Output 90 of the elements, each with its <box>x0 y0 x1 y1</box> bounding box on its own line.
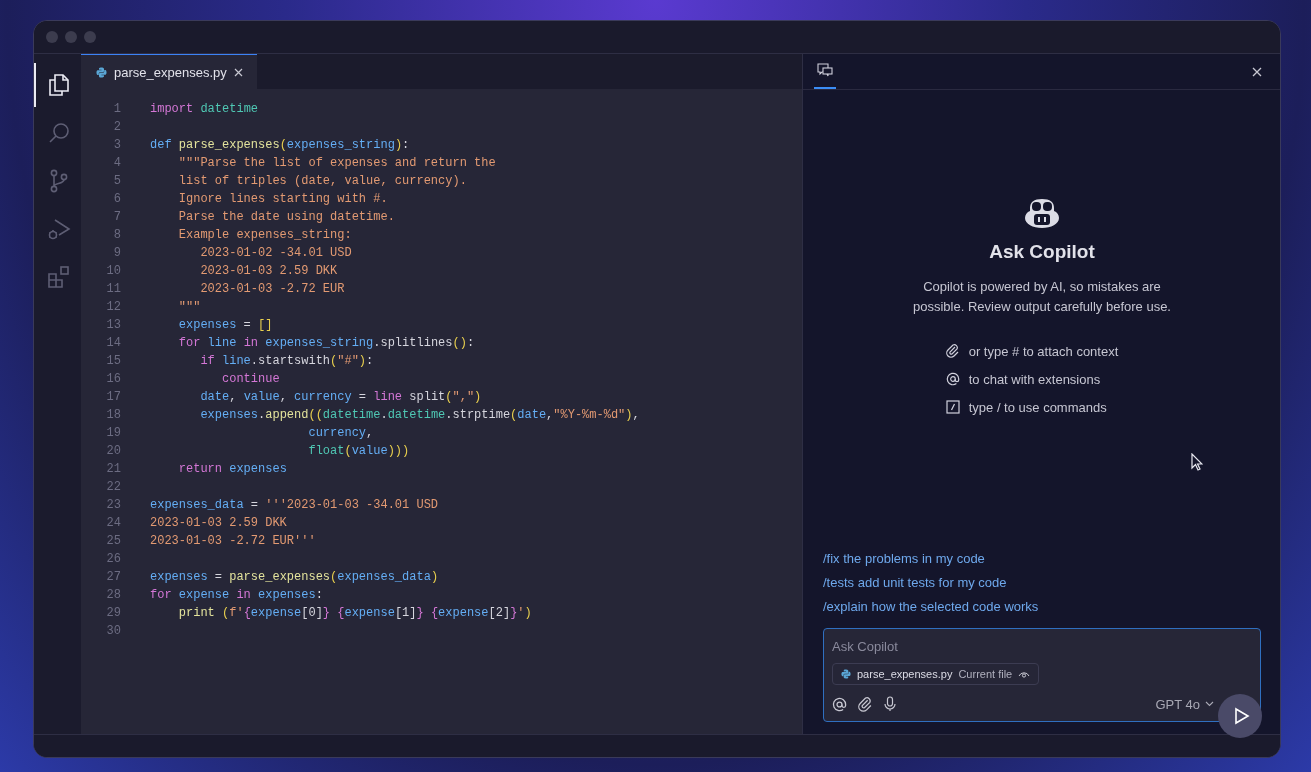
code-line: import datetime <box>150 102 259 116</box>
suggestion-link[interactable]: /fix the problems in my code <box>823 550 1261 568</box>
chat-icon[interactable] <box>817 63 833 78</box>
close-icon[interactable] <box>233 67 243 77</box>
microphone-icon[interactable] <box>884 696 896 712</box>
hint-text: or type # to attach context <box>968 343 1119 359</box>
disclaimer-text: Copilot is powered by AI, so mistakes are possible. Review output carefully before use. <box>912 278 1172 316</box>
suggestion-link[interactable]: /explain how the selected code works <box>823 598 1261 616</box>
code-line: Example expenses_string: <box>177 228 352 242</box>
send-icon <box>1233 707 1250 725</box>
code-line: 2023-01-03 2.59 DKK <box>150 516 287 530</box>
code-line: currency, <box>307 426 374 440</box>
line-number: 25 <box>105 534 121 548</box>
line-number: 13 <box>105 318 121 332</box>
line-number: 17 <box>105 390 121 404</box>
python-icon <box>841 669 851 679</box>
code-line: Parse the date using datetime. <box>177 210 395 224</box>
context-label: Current file <box>958 668 1013 680</box>
file-name: parse_expenses.py <box>857 668 953 680</box>
code-line: print (f'{expense[0]} {expense[1]} {expense[2]}') <box>177 606 532 620</box>
line-number: 3 <box>112 138 121 152</box>
code-line: expenses.append((datetime.datetime.strptime(date,"%Y-%m-%d"), <box>199 408 640 422</box>
line-number: 12 <box>105 300 121 314</box>
code-line: date, value, currency = line split(",") <box>199 390 482 404</box>
line-number: 7 <box>112 210 121 224</box>
extensions-icon[interactable] <box>47 266 70 288</box>
suggestion-link[interactable]: /tests add unit tests for my code <box>823 574 1261 592</box>
line-number: 1 <box>112 102 121 116</box>
model-picker[interactable]: GPT 4o <box>1155 696 1200 712</box>
line-number: 9 <box>112 246 121 260</box>
code-line: 2023-01-03 -2.72 EUR <box>199 282 345 296</box>
line-number: 6 <box>112 192 121 206</box>
paperclip-icon <box>945 344 960 358</box>
line-number: 22 <box>105 480 121 494</box>
close-icon[interactable] <box>1252 66 1262 77</box>
code-line: 2023-01-02 -34.01 USD <box>199 246 352 260</box>
line-number: 19 <box>105 426 121 440</box>
line-number: 18 <box>105 408 121 422</box>
line-number: 24 <box>105 516 121 530</box>
run-debug-icon[interactable] <box>46 217 71 241</box>
line-number: 16 <box>105 372 121 386</box>
code-line: if line.startswith("#"): <box>199 354 374 368</box>
code-line: """ <box>177 300 201 314</box>
hint-text: to chat with extensions <box>968 371 1101 387</box>
code-line: continue <box>221 372 280 386</box>
code-line: 2023-01-03 -2.72 EUR''' <box>150 534 316 548</box>
code-line: expenses = [] <box>177 318 273 332</box>
context-chip[interactable]: parse_expenses.py Current file <box>832 663 1040 685</box>
line-number: 27 <box>105 570 121 584</box>
python-icon <box>96 66 107 78</box>
panel-title: Ask Copilot <box>989 241 1095 263</box>
line-number: 30 <box>105 624 121 638</box>
code-line: for line in expenses_string.splitlines(): <box>177 336 475 350</box>
slash-command-icon <box>945 400 960 414</box>
code-line: expenses = parse_expenses(expenses_data) <box>150 570 439 584</box>
file-tab[interactable]: parse_expenses.py <box>81 54 257 89</box>
code-line: list of triples (date, value, currency). <box>177 174 467 188</box>
at-sign-icon[interactable] <box>832 696 847 712</box>
line-number: 8 <box>112 228 121 242</box>
search-icon[interactable] <box>47 122 70 144</box>
hint-text: type / to use commands <box>968 399 1107 415</box>
code-line: def parse_expenses(expenses_string): <box>150 138 410 152</box>
files-icon[interactable] <box>47 73 70 97</box>
chevron-down-icon[interactable] <box>1205 701 1214 707</box>
line-number: 21 <box>105 462 121 476</box>
code-line: for expense in expenses: <box>150 588 323 602</box>
line-number: 26 <box>105 552 121 566</box>
paperclip-icon[interactable] <box>858 696 873 712</box>
at-sign-icon <box>945 372 960 386</box>
code-line: float(value))) <box>307 444 410 458</box>
code-line: """Parse the list of expenses and return the <box>177 156 496 170</box>
line-number: 4 <box>112 156 121 170</box>
chat-input-box[interactable]: Ask Copilot parse_expenses.py Current file GPT 4o <box>823 628 1261 722</box>
line-number: 2 <box>112 120 121 134</box>
line-number: 14 <box>105 336 121 350</box>
code-line: Ignore lines starting with #. <box>177 192 388 206</box>
eye-icon[interactable] <box>1018 670 1031 678</box>
line-number: 23 <box>105 498 121 512</box>
code-line: return expenses <box>177 462 287 476</box>
mouse-pointer-icon <box>1191 453 1203 471</box>
code-line: 2023-01-03 2.59 DKK <box>199 264 338 278</box>
line-number: 28 <box>105 588 121 602</box>
line-number: 15 <box>105 354 121 368</box>
line-number: 10 <box>105 264 121 278</box>
branch-icon[interactable] <box>48 169 69 193</box>
code-line: expenses_data = '''2023-01-03 -34.01 USD <box>150 498 439 512</box>
line-number: 20 <box>105 444 121 458</box>
line-number: 11 <box>105 282 121 296</box>
line-number: 5 <box>112 174 121 188</box>
line-number: 29 <box>105 606 121 620</box>
